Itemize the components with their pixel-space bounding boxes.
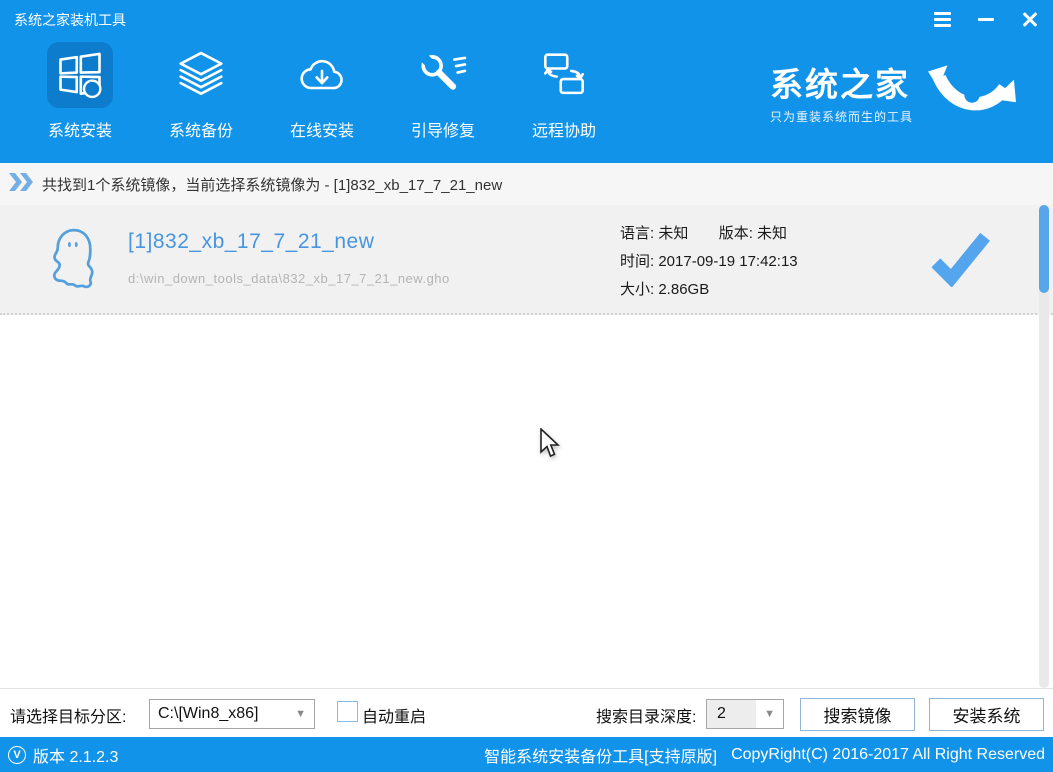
- content-area: [0, 315, 1053, 688]
- brand-name: 系统之家: [770, 67, 913, 103]
- nav-item-online-install[interactable]: 在线安装: [287, 42, 357, 141]
- detail-line-size: 大小: 2.86GB: [620, 276, 798, 304]
- chevron-down-icon: ▼: [287, 708, 314, 720]
- image-details: 语言: 未知 版本: 未知 时间: 2017-09-19 17:42:13 大小…: [620, 220, 798, 304]
- app-window: 系统之家装机工具: [0, 0, 1053, 772]
- brand-tagline: 只为重装系统而生的工具: [770, 108, 913, 125]
- cloud-download-icon: [289, 42, 355, 108]
- footer: V 版本 2.1.2.3 智能系统安装备份工具[支持原版] CopyRight(…: [0, 737, 1053, 772]
- scrollbar-thumb[interactable]: [1039, 205, 1049, 293]
- minimize-button[interactable]: [975, 8, 997, 30]
- image-list-item[interactable]: [1]832_xb_17_7_21_new d:\win_down_tools_…: [0, 205, 1053, 315]
- swoosh-arrows-icon: [925, 64, 1017, 127]
- nav-item-remote-assist[interactable]: 远程协助: [529, 42, 599, 141]
- search-image-button[interactable]: 搜索镜像: [800, 698, 915, 731]
- main-nav: 系统安装 系统备份: [45, 42, 599, 141]
- bottom-toolbar: 请选择目标分区: C:\[Win8_x86] ▼ 自动重启 搜索目录深度: 2 …: [0, 688, 1053, 737]
- partition-label: 请选择目标分区:: [10, 703, 126, 727]
- close-icon: [1021, 10, 1039, 28]
- status-bar: 共找到1个系统镜像，当前选择系统镜像为 - [1]832_xb_17_7_21_…: [0, 163, 1053, 205]
- nav-label: 在线安装: [290, 117, 354, 141]
- footer-copyright: CopyRight(C) 2016-2017 All Right Reserve…: [731, 746, 1045, 764]
- close-button[interactable]: [1019, 8, 1041, 30]
- depth-value: 2: [707, 700, 756, 728]
- windows-refresh-icon: [47, 42, 113, 108]
- window-title: 系统之家装机工具: [14, 10, 126, 30]
- install-system-button[interactable]: 安装系统: [929, 698, 1044, 731]
- image-file-path: d:\win_down_tools_data\832_xb_17_7_21_ne…: [128, 271, 450, 286]
- nav-item-system-install[interactable]: 系统安装: [45, 42, 115, 141]
- wrench-icon: [410, 42, 476, 108]
- header: 系统之家装机工具: [0, 0, 1053, 163]
- menu-button[interactable]: [931, 8, 953, 30]
- check-icon: [929, 231, 991, 292]
- footer-version: V 版本 2.1.2.3: [8, 743, 118, 767]
- nav-label: 引导修复: [411, 117, 475, 141]
- detail-line-language-version: 语言: 未知 版本: 未知: [620, 220, 798, 248]
- nav-item-system-backup[interactable]: 系统备份: [166, 42, 236, 141]
- partition-select[interactable]: C:\[Win8_x86] ▼: [149, 699, 315, 729]
- depth-select[interactable]: 2 ▼: [706, 699, 784, 729]
- double-chevron-icon: [8, 172, 34, 197]
- ghost-icon: [45, 224, 103, 301]
- minimize-icon: [978, 18, 994, 21]
- detail-line-time: 时间: 2017-09-19 17:42:13: [620, 248, 798, 276]
- version-circle-icon: V: [8, 746, 26, 764]
- remote-screens-icon: [531, 42, 597, 108]
- auto-restart-checkbox[interactable]: [337, 701, 358, 722]
- nav-label: 系统备份: [169, 117, 233, 141]
- auto-restart-label[interactable]: 自动重启: [362, 703, 426, 727]
- footer-copyright-area: 智能系统安装备份工具[支持原版] CopyRight(C) 2016-2017 …: [484, 743, 1045, 767]
- footer-app-name: 智能系统安装备份工具[支持原版]: [484, 743, 717, 767]
- depth-label: 搜索目录深度:: [596, 703, 696, 727]
- mouse-cursor: [540, 428, 564, 465]
- version-text: 版本 2.1.2.3: [33, 743, 118, 767]
- partition-value: C:\[Win8_x86]: [158, 705, 258, 723]
- hamburger-icon: [934, 12, 951, 27]
- nav-label: 远程协助: [532, 117, 596, 141]
- scrollbar-track[interactable]: [1039, 205, 1049, 688]
- nav-label: 系统安装: [48, 117, 112, 141]
- window-controls: [931, 8, 1041, 30]
- layers-icon: [168, 42, 234, 108]
- image-title-link[interactable]: [1]832_xb_17_7_21_new: [128, 230, 374, 254]
- status-text: 共找到1个系统镜像，当前选择系统镜像为 - [1]832_xb_17_7_21_…: [42, 174, 502, 195]
- nav-item-boot-repair[interactable]: 引导修复: [408, 42, 478, 141]
- brand: 系统之家 只为重装系统而生的工具: [770, 64, 1017, 127]
- chevron-down-icon: ▼: [756, 708, 783, 720]
